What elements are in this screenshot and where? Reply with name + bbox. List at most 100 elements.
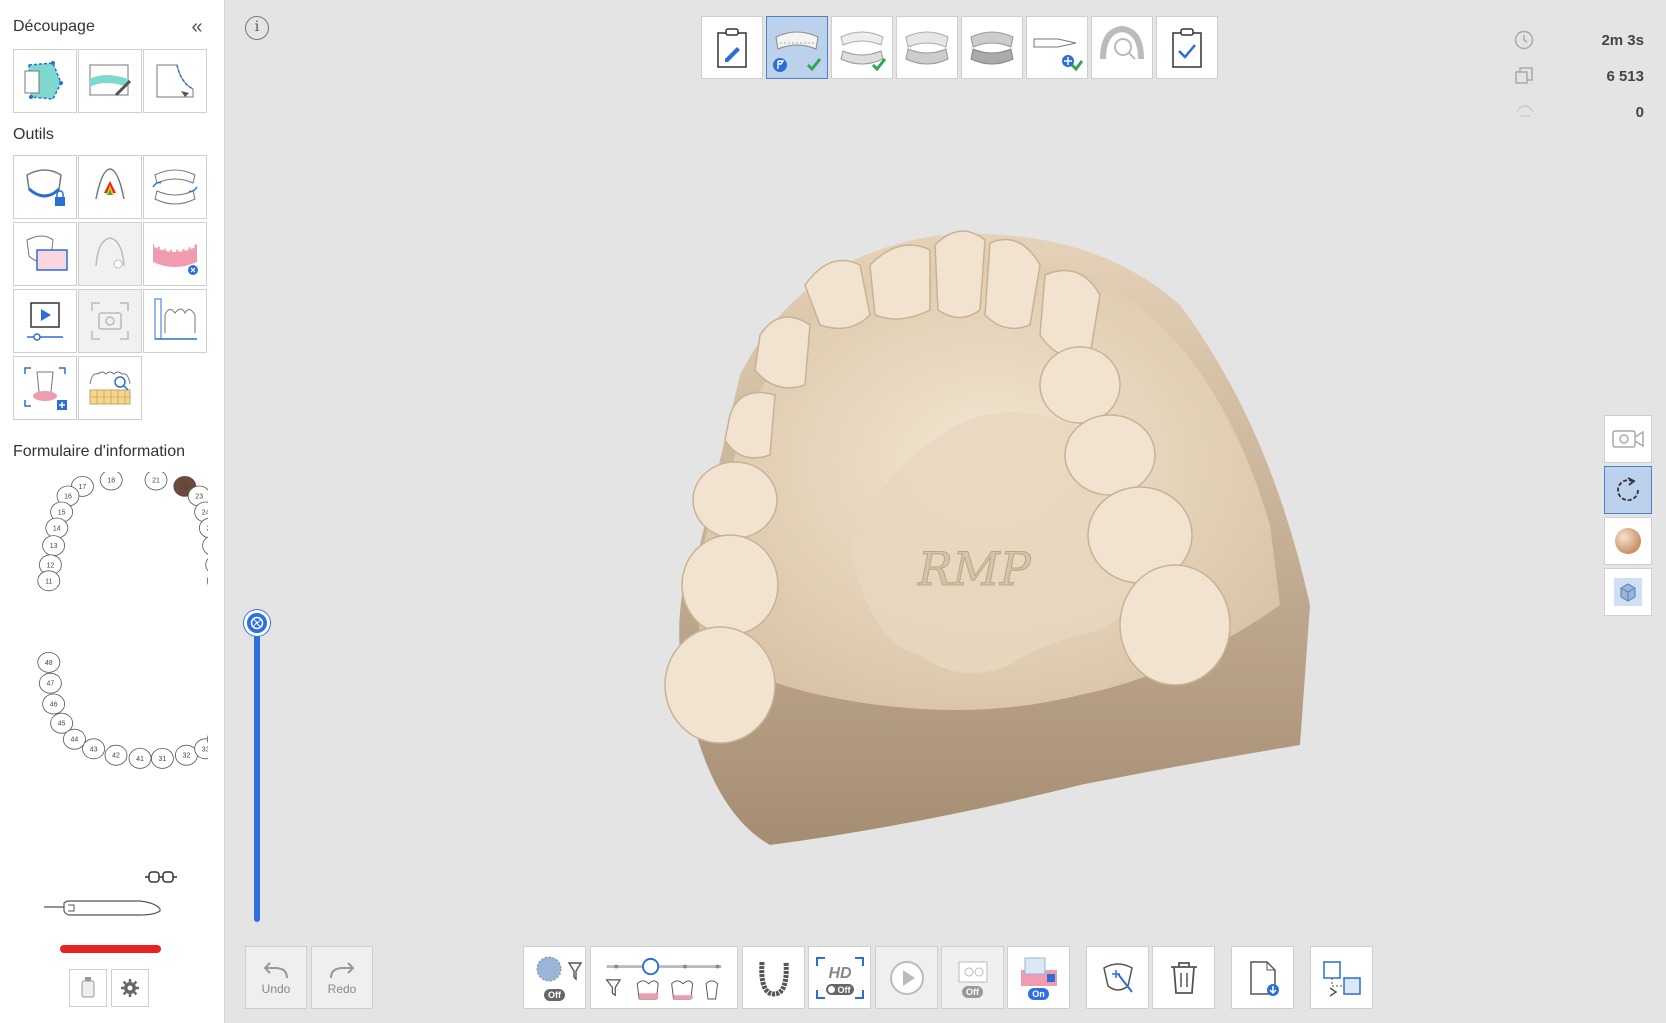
stat-unmatched: 0 [1514, 94, 1644, 130]
tooth-26[interactable]: 26 [202, 535, 226, 556]
smile-design-tool[interactable] [78, 356, 142, 420]
tooth-48[interactable]: 48 [37, 651, 61, 673]
edge-cut-tool[interactable] [143, 49, 207, 113]
clipboard-edit-icon [717, 27, 747, 68]
tooth-number: 13 [50, 543, 58, 550]
overlay-toggle-state: Off [962, 985, 983, 998]
data-transfer-button[interactable] [1310, 946, 1373, 1009]
stage-occlusion-1[interactable] [896, 16, 958, 79]
stage-prescription[interactable] [701, 16, 763, 79]
screenshot-tool[interactable] [78, 289, 142, 353]
gingiva-remove-tool[interactable] [143, 222, 207, 286]
hd-mode-button[interactable]: HD Off [808, 946, 871, 1009]
gingiva-lock-button[interactable]: On [1007, 946, 1070, 1009]
margin-area-icon [26, 235, 68, 271]
smooth-trim-tool[interactable] [78, 49, 142, 113]
filter-level-slider[interactable] [590, 946, 738, 1009]
lasso-select-tool[interactable] [13, 49, 77, 113]
lasso-select-icon [24, 61, 63, 100]
stage-impression[interactable] [1091, 16, 1153, 79]
measure-icon [154, 298, 197, 340]
tooth-number: 17 [79, 484, 87, 491]
tooth-number: 44 [71, 737, 79, 744]
tooth-13[interactable]: 13 [42, 535, 65, 556]
screenshot-icon [91, 302, 129, 340]
stage-scan-body[interactable] [1026, 16, 1088, 79]
mandible-scan-icon [840, 31, 887, 71]
tooth-41[interactable]: 41 [128, 747, 152, 769]
tooth-46[interactable]: 46 [42, 693, 65, 715]
gear-icon [121, 979, 139, 997]
stat-unmatched-value: 0 [1635, 103, 1644, 121]
section-title-info-form: Formulaire d'information [13, 443, 186, 460]
filter-toggle-button[interactable]: Off [523, 946, 586, 1009]
arch-view-button[interactable] [742, 946, 805, 1009]
overlay-toggle-button[interactable]: Off [941, 946, 1004, 1009]
hd-label: HD [828, 965, 852, 982]
play-button[interactable] [875, 946, 938, 1009]
tooth-32[interactable]: 32 [174, 744, 198, 766]
view-cube-button[interactable] [1604, 568, 1652, 616]
stage-occlusion-2[interactable] [961, 16, 1023, 79]
color-analysis-tool[interactable] [78, 155, 142, 219]
scan-playback-icon [27, 302, 63, 341]
scan-depth-slider-handle[interactable] [244, 610, 270, 636]
ai-clean-button[interactable] [1086, 946, 1149, 1009]
tooth-44[interactable]: 44 [63, 728, 86, 750]
smooth-trim-icon [89, 64, 132, 97]
stat-frames: 6 513 [1514, 58, 1644, 94]
tooth-43[interactable]: 43 [82, 738, 105, 760]
tooth-number: 43 [90, 746, 98, 753]
dental-model-3d[interactable]: RMP [660, 225, 1360, 865]
video-camera-button[interactable] [1604, 415, 1652, 463]
tooth-47[interactable]: 47 [39, 672, 62, 694]
undo-label: Undo [261, 981, 291, 996]
calibration-button[interactable] [69, 969, 107, 1007]
tooth-11[interactable]: 11 [37, 570, 61, 592]
redo-button[interactable]: Redo [311, 946, 373, 1009]
tooth-number: 23 [195, 494, 203, 501]
stat-frames-value: 6 513 [1606, 67, 1644, 85]
delete-button[interactable] [1152, 946, 1215, 1009]
tooth-chart-svg: 18 17 16 15 14 13 12 11 21 22 23 24 25 262728 48 47 46 45… [37, 469, 246, 769]
stat-time: 2m 3s [1514, 22, 1644, 58]
stage-maxilla[interactable] [766, 16, 828, 79]
file-export-icon [1249, 960, 1279, 996]
scanner-status-bar [60, 945, 161, 953]
occlusion-icon [905, 31, 949, 64]
tooth-chart[interactable]: 18 17 16 15 14 13 12 11 21 22 23 24 25 262728 48 47 46 45… [18, 469, 246, 782]
export-button[interactable] [1231, 946, 1294, 1009]
scan-depth-slider[interactable] [254, 612, 260, 922]
tooth-number: 22 [181, 484, 189, 491]
tooth-18[interactable]: 18 [99, 469, 123, 491]
stage-review[interactable] [1156, 16, 1218, 79]
info-button[interactable]: i [245, 16, 269, 40]
rotate-button[interactable] [1604, 466, 1652, 514]
bite-align-tool[interactable] [143, 155, 207, 219]
tooth-21[interactable]: 21 [144, 469, 168, 491]
tooth-lock-icon [26, 169, 65, 206]
tooth-lock-tool[interactable] [13, 155, 77, 219]
margin-area-tool[interactable] [13, 222, 77, 286]
material-button[interactable] [1604, 517, 1652, 565]
double-chevron-left-icon[interactable]: « [186, 17, 208, 39]
tooth-28[interactable]: 28 [206, 570, 230, 592]
stage-mandible[interactable] [831, 16, 893, 79]
tooth-31[interactable]: 31 [150, 747, 174, 769]
scan-playback-tool[interactable] [13, 289, 77, 353]
tooth-number: 45 [58, 721, 66, 728]
redo-label: Redo [327, 981, 357, 996]
tooth-27[interactable]: 27 [205, 554, 229, 576]
measure-tool[interactable] [143, 289, 207, 353]
aperture-icon [250, 616, 264, 630]
tooth-number: 25 [207, 526, 208, 533]
section-title-tools: Outils [13, 126, 54, 143]
abutment-add-tool[interactable] [13, 356, 77, 420]
margin-pin-tool[interactable] [78, 222, 142, 286]
tooth-number: 18 [107, 478, 115, 485]
undo-button[interactable]: Undo [245, 946, 307, 1009]
tooth-42[interactable]: 42 [104, 744, 128, 766]
tooth-14[interactable]: 14 [45, 517, 69, 539]
settings-button[interactable] [111, 969, 149, 1007]
hd-toggle-state: Off [837, 985, 851, 995]
